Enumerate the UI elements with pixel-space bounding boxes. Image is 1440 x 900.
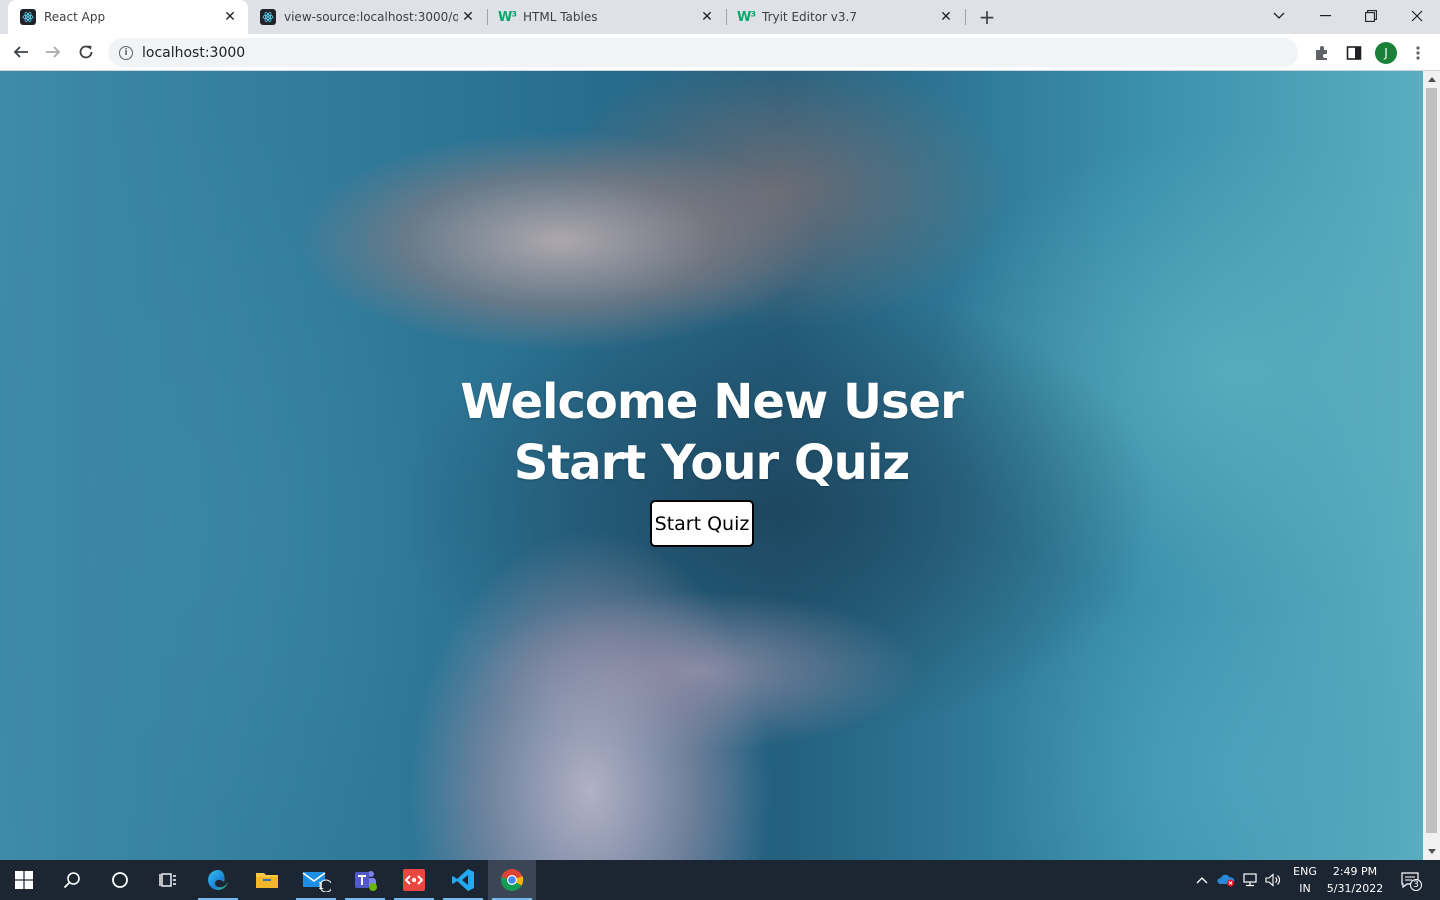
notification-count: 3	[1410, 879, 1422, 891]
more-menu-icon[interactable]	[1407, 42, 1429, 64]
mail-badge: 1	[317, 881, 325, 892]
tab-title: Tryit Editor v3.7	[762, 10, 857, 24]
minimize-icon[interactable]	[1302, 0, 1348, 32]
welcome-heading: Welcome New User	[460, 374, 964, 430]
scroll-thumb[interactable]	[1426, 88, 1437, 833]
windows-start-icon[interactable]	[0, 860, 48, 900]
teams-icon[interactable]	[341, 860, 389, 900]
w3schools-icon: W³	[736, 9, 756, 25]
tab-tryit-editor[interactable]: W³ Tryit Editor v3.7 ✕	[726, 0, 964, 34]
tab-search-icon[interactable]	[1256, 0, 1302, 32]
extensions-icon[interactable]	[1311, 42, 1333, 64]
tab-title: HTML Tables	[523, 10, 598, 24]
restore-icon[interactable]	[1348, 0, 1394, 32]
search-icon[interactable]	[48, 860, 96, 900]
close-icon[interactable]: ✕	[697, 7, 717, 27]
w3schools-icon: W³	[497, 9, 517, 25]
profile-avatar[interactable]: J	[1375, 42, 1397, 64]
url-text: localhost:3000	[142, 44, 246, 61]
task-view-icon[interactable]	[144, 860, 192, 900]
clock-date: 5/31/2022	[1326, 882, 1384, 895]
close-icon[interactable]: ✕	[220, 7, 240, 27]
react-icon	[20, 9, 36, 25]
window-close-icon[interactable]	[1394, 0, 1440, 32]
tab-separator	[965, 9, 966, 25]
hero-section: Welcome New User Start Your Quiz	[0, 71, 1423, 494]
cortana-icon[interactable]	[96, 860, 144, 900]
quiz-heading: Start Your Quiz	[513, 435, 910, 491]
notification-center-icon[interactable]: 3	[1398, 870, 1422, 891]
site-info-icon[interactable]: i	[119, 45, 133, 60]
scroll-down-icon[interactable]	[1423, 843, 1440, 860]
windows-taskbar: 1 ENG IN 2:49 PM 5/31/2022 3	[0, 860, 1440, 900]
chrome-icon[interactable]	[488, 860, 536, 900]
onedrive-error-icon[interactable]	[1217, 870, 1235, 890]
page-viewport: Welcome New User Start Your Quiz Start Q…	[0, 71, 1423, 860]
new-tab-button[interactable]: +	[975, 5, 999, 29]
network-icon[interactable]	[1242, 870, 1260, 890]
tab-view-source[interactable]: view-source:localhost:3000/quizE ✕	[248, 0, 486, 34]
edge-icon[interactable]	[194, 860, 242, 900]
tab-strip: React App ✕ view-source:localhost:3000/q…	[0, 0, 1440, 34]
language-code: ENG	[1293, 865, 1317, 878]
volume-icon[interactable]	[1265, 870, 1283, 890]
reload-icon[interactable]	[72, 38, 100, 66]
start-quiz-button[interactable]: Start Quiz	[650, 500, 754, 547]
scroll-up-icon[interactable]	[1423, 71, 1440, 88]
git-tool-icon[interactable]	[390, 860, 438, 900]
clock[interactable]: 2:49 PM 5/31/2022	[1322, 863, 1388, 897]
side-panel-icon[interactable]	[1343, 42, 1365, 64]
file-explorer-icon[interactable]	[243, 860, 291, 900]
tab-react-app[interactable]: React App ✕	[8, 0, 248, 34]
close-icon[interactable]: ✕	[936, 7, 956, 27]
close-icon[interactable]: ✕	[458, 7, 478, 27]
tab-title: React App	[44, 10, 106, 24]
address-bar[interactable]: i localhost:3000	[108, 38, 1298, 67]
region-code: IN	[1299, 882, 1311, 895]
back-icon[interactable]	[7, 38, 35, 66]
vscode-icon[interactable]	[439, 860, 487, 900]
input-language[interactable]: ENG IN	[1288, 863, 1322, 897]
clock-time: 2:49 PM	[1332, 865, 1378, 878]
chevron-up-icon[interactable]	[1193, 870, 1211, 890]
tab-title: view-source:localhost:3000/quizE	[284, 10, 458, 24]
forward-icon[interactable]	[39, 38, 67, 66]
tab-html-tables[interactable]: W³ HTML Tables ✕	[487, 0, 725, 34]
react-icon	[260, 9, 276, 25]
mail-icon[interactable]: 1	[292, 860, 340, 900]
page-scrollbar[interactable]	[1423, 71, 1440, 860]
browser-toolbar: i localhost:3000 J	[0, 34, 1440, 93]
